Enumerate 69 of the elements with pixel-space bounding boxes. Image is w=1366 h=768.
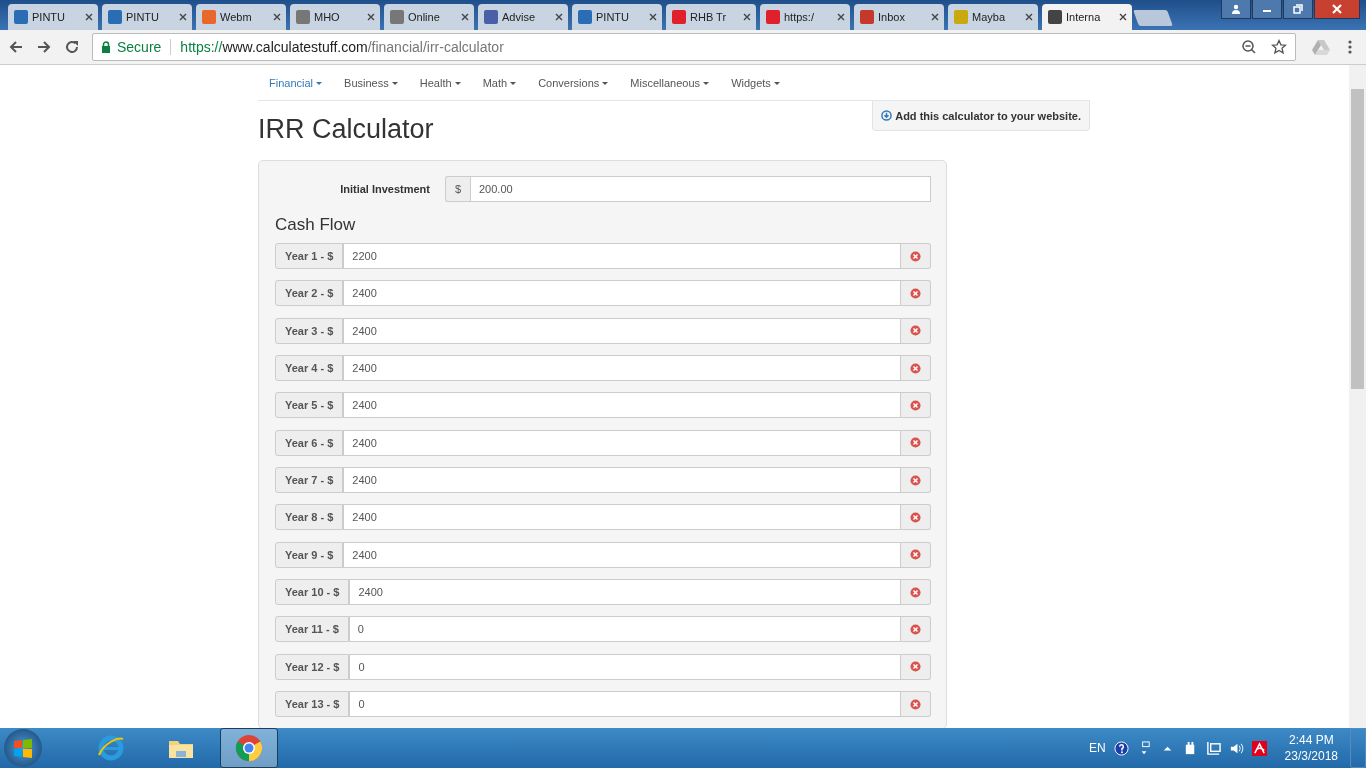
tab-title: PINTU bbox=[596, 11, 630, 23]
cash-flow-field[interactable]: 2400 bbox=[343, 504, 901, 531]
tab-title: RHB Tr bbox=[690, 11, 728, 23]
cash-flow-field[interactable]: 2400 bbox=[343, 280, 901, 307]
year-label: Year 5 - $ bbox=[275, 392, 344, 419]
tab-title: Inbox bbox=[878, 11, 906, 23]
cash-flow-field[interactable]: 2400 bbox=[343, 429, 901, 456]
year-label: Year 2 - $ bbox=[275, 280, 344, 307]
cash-flow-field[interactable]: 0 bbox=[349, 691, 901, 718]
nav-menu-link[interactable]: Miscellaneous bbox=[619, 76, 721, 89]
year-label: Year 10 - $ bbox=[275, 579, 350, 606]
nav-menu-link[interactable]: Business bbox=[333, 76, 409, 89]
browser-tab[interactable]: MHO bbox=[290, 4, 380, 30]
cash-flow-field[interactable]: 0 bbox=[349, 653, 901, 680]
tab-title: PINTU bbox=[32, 11, 66, 23]
year-label: Year 3 - $ bbox=[275, 317, 344, 344]
browser-tab[interactable]: Inbox bbox=[854, 4, 944, 30]
tab-title: Mayba bbox=[972, 11, 1007, 23]
year-label: Year 8 - $ bbox=[275, 504, 344, 531]
cash-flow-field[interactable]: 2200 bbox=[343, 243, 901, 269]
browser-tab[interactable]: PINTU bbox=[572, 4, 662, 30]
initial-investment-field[interactable]: 200.00 bbox=[470, 176, 931, 202]
tab-title: Interna bbox=[1066, 11, 1102, 23]
language-indicator[interactable]: EN bbox=[1088, 741, 1106, 755]
browser-tab[interactable]: Interna bbox=[1042, 4, 1132, 30]
browser-tab[interactable]: PINTU bbox=[8, 4, 98, 30]
tab-title: Webm bbox=[220, 11, 253, 23]
browser-tab[interactable]: Online bbox=[384, 4, 474, 30]
clock-time[interactable]: 2:44 PM bbox=[1288, 732, 1334, 748]
cash-flow-field[interactable]: 2400 bbox=[343, 317, 901, 344]
cash-flow-field[interactable]: 0 bbox=[348, 616, 901, 643]
browser-tab[interactable]: Advise bbox=[478, 4, 568, 30]
cash-flow-field[interactable]: 2400 bbox=[343, 392, 901, 419]
browser-tab[interactable]: RHB Tr bbox=[666, 4, 756, 30]
secure-label: Secure bbox=[117, 39, 162, 55]
year-label: Year 7 - $ bbox=[275, 467, 344, 494]
year-label: Year 6 - $ bbox=[275, 429, 344, 456]
year-label: Year 11 - $ bbox=[275, 616, 349, 643]
clock-date[interactable]: 23/3/2018 bbox=[1284, 748, 1338, 764]
page-title: IRR Calculator bbox=[258, 114, 434, 145]
browser-tab[interactable]: PINTU bbox=[102, 4, 192, 30]
tab-title: PINTU bbox=[126, 11, 160, 23]
year-label: Year 1 - $ bbox=[275, 243, 344, 269]
currency-addon: $ bbox=[445, 176, 470, 202]
browser-tab[interactable]: https:/ bbox=[760, 4, 850, 30]
cash-flow-field[interactable]: 2400 bbox=[343, 467, 901, 494]
section-heading: Cash Flow bbox=[275, 215, 357, 236]
tab-title: Online bbox=[408, 11, 441, 23]
field-label: Initial Investment bbox=[339, 183, 431, 195]
nav-menu-link[interactable]: Widgets bbox=[720, 76, 791, 89]
cash-flow-field[interactable]: 2400 bbox=[343, 355, 901, 382]
browser-tab[interactable]: Mayba bbox=[948, 4, 1038, 30]
cash-flow-field[interactable]: 2400 bbox=[349, 579, 901, 606]
nav-menu-link[interactable]: Financial bbox=[258, 76, 334, 89]
year-label: Year 13 - $ bbox=[275, 691, 350, 718]
tab-title: https:/ bbox=[784, 11, 815, 23]
add-calculator-button[interactable]: Add this calculator to your website. bbox=[872, 101, 1090, 131]
year-label: Year 4 - $ bbox=[275, 355, 344, 382]
browser-tab[interactable]: Webm bbox=[196, 4, 286, 30]
url-text: https://www.calculatestuff.com/financial/irr-calculator bbox=[180, 39, 504, 55]
nav-menu-link[interactable]: Math bbox=[471, 76, 528, 89]
nav-menu-link[interactable]: Conversions bbox=[527, 76, 620, 89]
nav-menu-link[interactable]: Health bbox=[408, 76, 472, 89]
cash-flow-field[interactable]: 2400 bbox=[343, 541, 901, 568]
year-label: Year 12 - $ bbox=[275, 653, 350, 680]
year-label: Year 9 - $ bbox=[275, 541, 344, 568]
address-bar[interactable]: Secure https://www.calculatestuff.com/financial/irr-calculator bbox=[92, 33, 1296, 61]
tab-title: Advise bbox=[502, 11, 537, 23]
tab-title: MHO bbox=[314, 11, 341, 23]
